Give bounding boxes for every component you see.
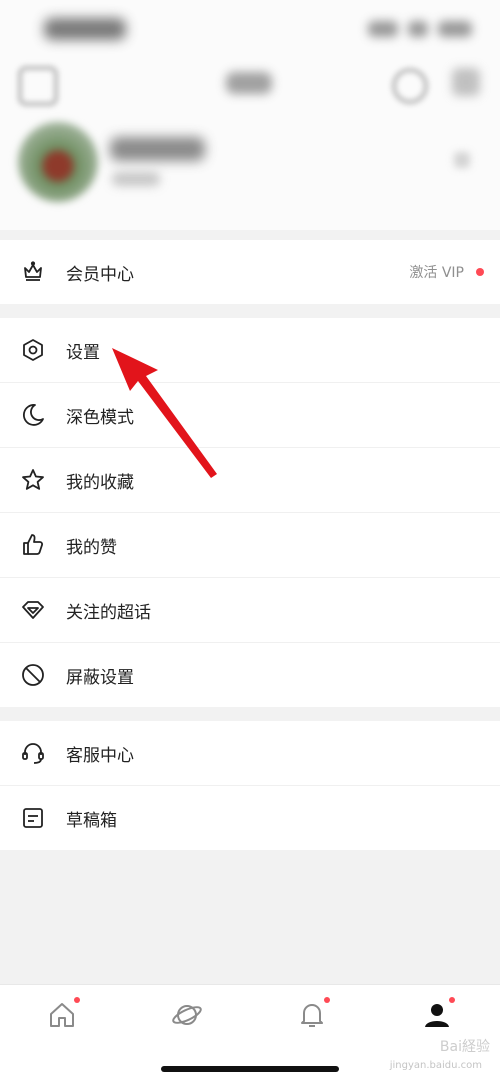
status-time-blurred [44, 18, 126, 40]
profile-name-blurred[interactable] [110, 137, 205, 161]
red-dot-badge [476, 268, 484, 276]
moon-icon [20, 402, 46, 428]
menu-item-settings[interactable]: 设置 [0, 318, 500, 383]
tab-notifications[interactable] [292, 995, 332, 1035]
menu-label: 我的赞 [66, 537, 117, 558]
thumbs-up-icon [20, 532, 46, 558]
bell-icon [301, 1004, 323, 1027]
top-nav [0, 58, 500, 106]
vip-activate-text: 激活 VIP [409, 265, 464, 281]
status-icons-blurred [362, 18, 472, 40]
block-icon [20, 662, 46, 688]
menu-label: 我的收藏 [66, 472, 134, 493]
menu-label: 设置 [66, 342, 100, 363]
avatar[interactable] [18, 122, 98, 202]
vip-group: 会员中心 激活 VIP [0, 240, 500, 304]
vip-activate[interactable]: 激活 VIP [409, 262, 484, 282]
menu-label: 会员中心 [66, 264, 134, 285]
menu-label: 草稿箱 [66, 810, 117, 831]
watermark: Bai経验 [439, 1039, 490, 1055]
menu-label: 深色模式 [66, 407, 134, 428]
edit-icon-blurred[interactable] [452, 68, 480, 96]
hexagon-settings-icon [20, 337, 46, 363]
headset-icon [20, 740, 46, 766]
tab-badge-dot [449, 997, 455, 1003]
person-icon [425, 1004, 449, 1027]
menu-icon-blurred[interactable] [18, 66, 58, 106]
tab-profile[interactable] [417, 995, 457, 1035]
search-icon-blurred[interactable] [392, 68, 428, 104]
main-menu-group: 设置 深色模式 我的收藏 我的赞 关注的超话 屏蔽设置 [0, 318, 500, 707]
home-indicator [161, 1066, 339, 1072]
star-icon [20, 467, 46, 493]
tab-badge-dot [74, 997, 80, 1003]
watermark-sub: jingyan.baidu.com [389, 1060, 482, 1071]
planet-icon [172, 1005, 202, 1025]
diamond-icon [20, 597, 46, 623]
tab-discover[interactable] [167, 995, 207, 1035]
menu-item-likes[interactable]: 我的赞 [0, 513, 500, 578]
profile-header [0, 0, 500, 230]
menu-item-vip[interactable]: 会员中心 激活 VIP [0, 240, 500, 304]
draft-box-icon [20, 805, 46, 831]
tab-badge-dot [324, 997, 330, 1003]
profile-subtitle-blurred [112, 172, 160, 186]
menu-label: 屏蔽设置 [66, 667, 134, 688]
nav-title-blurred [226, 72, 272, 94]
menu-item-followed-topics[interactable]: 关注的超话 [0, 578, 500, 643]
tab-home[interactable] [42, 995, 82, 1035]
home-icon [50, 1003, 74, 1027]
crown-icon [20, 259, 46, 285]
menu-item-block-settings[interactable]: 屏蔽设置 [0, 643, 500, 707]
chevron-right-icon[interactable] [454, 152, 470, 168]
menu-item-dark-mode[interactable]: 深色模式 [0, 383, 500, 448]
menu-label: 关注的超话 [66, 602, 151, 623]
menu-item-drafts[interactable]: 草稿箱 [0, 786, 500, 850]
menu-item-favorites[interactable]: 我的收藏 [0, 448, 500, 513]
menu-item-customer-service[interactable]: 客服中心 [0, 721, 500, 786]
menu-label: 客服中心 [66, 745, 134, 766]
support-menu-group: 客服中心 草稿箱 [0, 721, 500, 850]
